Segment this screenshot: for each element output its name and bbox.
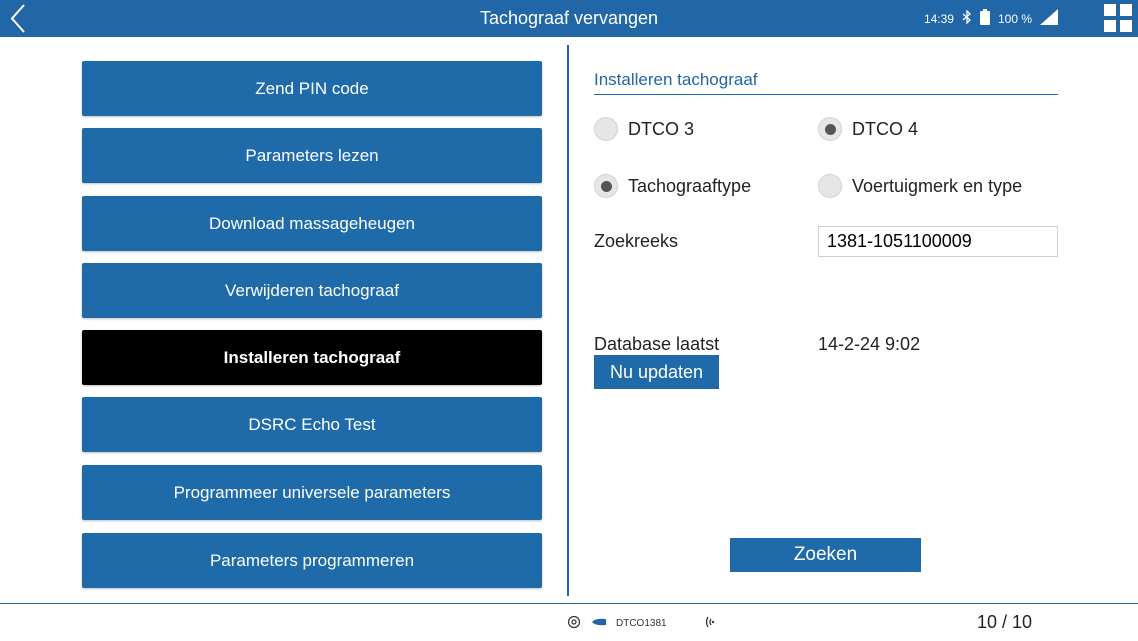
radio-dtco3[interactable]: DTCO 3	[594, 117, 694, 141]
battery-level: 100 %	[997, 11, 1032, 26]
clock: 14:39	[923, 11, 954, 26]
settings-icon[interactable]	[566, 614, 582, 633]
footer: DTCO1381 10 / 10	[0, 604, 1138, 641]
radio-circle	[594, 117, 618, 141]
connector-icon	[592, 618, 606, 629]
battery-icon	[979, 9, 990, 28]
search-button[interactable]: Zoeken	[730, 538, 921, 572]
update-button[interactable]: Nu updaten	[594, 355, 719, 389]
radio-tachograaftype[interactable]: Tachograaftype	[594, 174, 751, 198]
bluetooth-icon	[962, 9, 972, 27]
signal-icon	[1040, 9, 1058, 28]
menu-item-parameters-programmeren[interactable]: Parameters programmeren	[82, 533, 542, 588]
app-header: Tachograaf vervangen 14:39 100 %	[0, 0, 1138, 37]
zoekreeks-input[interactable]: 1381-1051100009	[818, 226, 1058, 257]
radio-dtco4[interactable]: DTCO 4	[818, 117, 918, 141]
radio-voertuigmerk[interactable]: Voertuigmerk en type	[818, 174, 1022, 198]
footer-status: DTCO1381	[566, 614, 715, 633]
menu-item-parameters-lezen[interactable]: Parameters lezen	[82, 128, 542, 183]
status-bar: 14:39 100 %	[924, 0, 1058, 37]
apps-grid-icon[interactable]	[1104, 4, 1132, 32]
menu-item-verwijderen-tachograaf[interactable]: Verwijderen tachograaf	[82, 263, 542, 318]
radio-circle-selected	[594, 174, 618, 198]
menu-item-zend-pin[interactable]: Zend PIN code	[82, 61, 542, 116]
zoekreeks-label: Zoekreeks	[594, 231, 679, 251]
device-label: DTCO1381	[616, 618, 667, 629]
page-indicator: 10 / 10	[976, 612, 1032, 632]
database-label: Database laatst	[594, 334, 720, 354]
menu-item-download-massageheugen[interactable]: Download massageheugen	[82, 196, 542, 251]
menu-item-dsrc-echo-test[interactable]: DSRC Echo Test	[82, 397, 542, 452]
menu-item-installeren-tachograaf[interactable]: Installeren tachograaf	[82, 330, 542, 385]
database-date: 14-2-24 9:02	[818, 334, 921, 354]
panel-divider	[567, 45, 569, 596]
menu-item-programmeer-universele-parameters[interactable]: Programmeer universele parameters	[82, 465, 542, 520]
radio-circle-selected	[818, 117, 842, 141]
wireless-icon	[705, 615, 715, 632]
radio-label: Voertuigmerk en type	[852, 175, 1023, 196]
section-title: Installeren tachograaf	[594, 70, 1058, 95]
radio-circle	[818, 174, 842, 198]
radio-label: DTCO 4	[852, 118, 919, 139]
radio-label: Tachograaftype	[628, 175, 752, 196]
radio-label: DTCO 3	[628, 118, 695, 139]
